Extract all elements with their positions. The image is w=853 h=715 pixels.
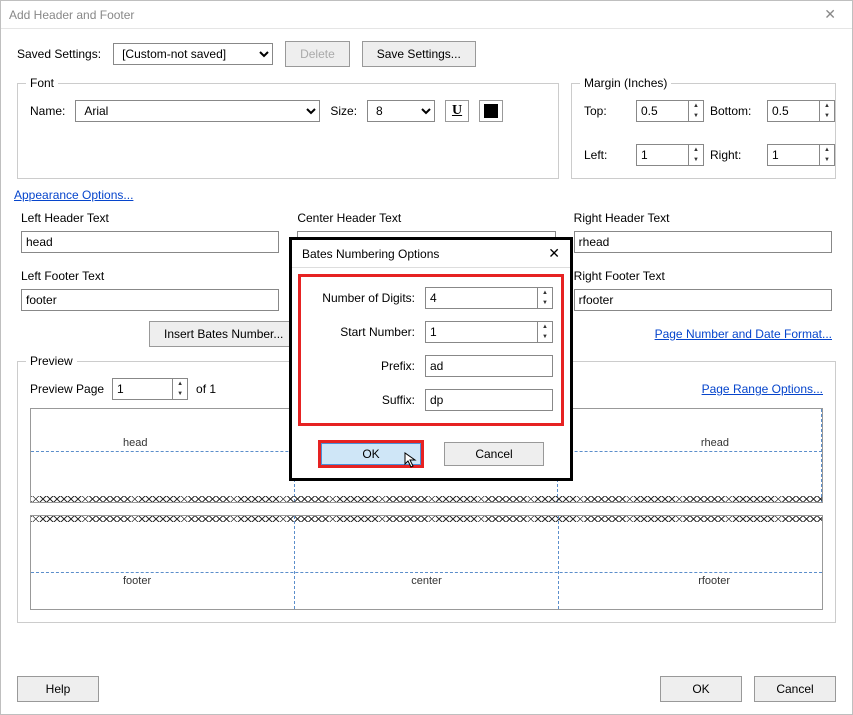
titlebar: Add Header and Footer ✕ bbox=[1, 1, 852, 29]
suffix-label: Suffix: bbox=[309, 393, 419, 407]
modal-ok-button[interactable]: OK bbox=[321, 443, 421, 465]
preview-page-label: Preview Page bbox=[30, 382, 104, 396]
dialog-footer: Help OK Cancel bbox=[1, 664, 852, 714]
close-icon[interactable]: ✕ bbox=[816, 2, 844, 27]
left-footer-label: Left Footer Text bbox=[21, 269, 279, 283]
ok-button[interactable]: OK bbox=[660, 676, 742, 702]
suffix-input[interactable] bbox=[425, 389, 553, 411]
delete-button: Delete bbox=[285, 41, 350, 67]
preview-footer-text: footer bbox=[123, 575, 151, 587]
header-footer-dialog: Add Header and Footer ✕ Saved Settings: … bbox=[0, 0, 853, 715]
margin-bottom-label: Bottom: bbox=[710, 104, 765, 118]
left-header-input[interactable] bbox=[21, 231, 279, 253]
prefix-input[interactable] bbox=[425, 355, 553, 377]
ok-highlight: OK bbox=[318, 440, 424, 468]
preview-of-total: of 1 bbox=[196, 382, 216, 396]
chevron-down-icon[interactable]: ▼ bbox=[538, 298, 552, 308]
left-header-label: Left Header Text bbox=[21, 211, 279, 225]
right-footer-label: Right Footer Text bbox=[574, 269, 832, 283]
modal-title: Bates Numbering Options bbox=[302, 247, 439, 261]
save-settings-button[interactable]: Save Settings... bbox=[362, 41, 476, 67]
chevron-up-icon[interactable]: ▲ bbox=[820, 101, 834, 111]
cancel-button[interactable]: Cancel bbox=[754, 676, 836, 702]
font-name-label: Name: bbox=[30, 104, 65, 118]
margin-top-label: Top: bbox=[584, 104, 634, 118]
saved-settings-select[interactable]: [Custom-not saved] bbox=[113, 43, 273, 65]
chevron-down-icon[interactable]: ▼ bbox=[173, 389, 187, 399]
preview-rhead-text: rhead bbox=[701, 437, 729, 449]
preview-head-text: head bbox=[123, 437, 147, 449]
modal-close-icon[interactable]: ✕ bbox=[548, 245, 560, 262]
digits-input[interactable]: ▲▼ bbox=[425, 287, 553, 309]
margin-top-input[interactable]: ▲▼ bbox=[636, 100, 708, 122]
bates-options-dialog: Bates Numbering Options ✕ Number of Digi… bbox=[291, 239, 571, 479]
color-swatch-icon bbox=[484, 104, 498, 118]
chevron-up-icon[interactable]: ▲ bbox=[173, 379, 187, 389]
window-title: Add Header and Footer bbox=[9, 8, 134, 22]
margin-bottom-input[interactable]: ▲▼ bbox=[767, 100, 839, 122]
prefix-label: Prefix: bbox=[309, 359, 419, 373]
margin-left-input[interactable]: ▲▼ bbox=[636, 144, 708, 166]
modal-titlebar: Bates Numbering Options ✕ bbox=[292, 240, 570, 268]
left-footer-input[interactable] bbox=[21, 289, 279, 311]
saved-settings-label: Saved Settings: bbox=[17, 47, 101, 61]
page-range-link[interactable]: Page Range Options... bbox=[702, 382, 823, 396]
font-name-select[interactable]: Arial bbox=[75, 100, 320, 122]
right-footer-input[interactable] bbox=[574, 289, 832, 311]
margin-left-label: Left: bbox=[584, 148, 634, 162]
chevron-up-icon[interactable]: ▲ bbox=[689, 145, 703, 155]
insert-bates-button[interactable]: Insert Bates Number... bbox=[149, 321, 298, 347]
help-button[interactable]: Help bbox=[17, 676, 99, 702]
chevron-up-icon[interactable]: ▲ bbox=[538, 288, 552, 298]
chevron-up-icon[interactable]: ▲ bbox=[820, 145, 834, 155]
preview-page-input[interactable]: ▲▼ bbox=[112, 378, 188, 400]
chevron-down-icon[interactable]: ▼ bbox=[689, 111, 703, 121]
highlight-region: Number of Digits: ▲▼ Start Number: ▲▼ Pr… bbox=[298, 274, 564, 426]
font-legend: Font bbox=[26, 76, 58, 90]
font-group: Font Name: Arial Size: 8 U Appearance Op… bbox=[17, 83, 559, 179]
digits-label: Number of Digits: bbox=[309, 291, 419, 305]
underline-icon: U bbox=[452, 103, 462, 119]
chevron-down-icon[interactable]: ▼ bbox=[538, 332, 552, 342]
start-input[interactable]: ▲▼ bbox=[425, 321, 553, 343]
chevron-down-icon[interactable]: ▼ bbox=[689, 155, 703, 165]
margin-right-input[interactable]: ▲▼ bbox=[767, 144, 839, 166]
chevron-down-icon[interactable]: ▼ bbox=[820, 111, 834, 121]
preview-center-text: center bbox=[411, 575, 442, 587]
font-size-label: Size: bbox=[330, 104, 357, 118]
font-size-select[interactable]: 8 bbox=[367, 100, 435, 122]
color-button[interactable] bbox=[479, 100, 503, 122]
chevron-up-icon[interactable]: ▲ bbox=[689, 101, 703, 111]
margin-group: Margin (Inches) Top: ▲▼ Bottom: ▲▼ Left:… bbox=[571, 83, 836, 179]
right-header-input[interactable] bbox=[574, 231, 832, 253]
underline-button[interactable]: U bbox=[445, 100, 469, 122]
appearance-options-link[interactable]: Appearance Options... bbox=[14, 188, 133, 202]
margin-right-label: Right: bbox=[710, 148, 765, 162]
chevron-up-icon[interactable]: ▲ bbox=[538, 322, 552, 332]
chevron-down-icon[interactable]: ▼ bbox=[820, 155, 834, 165]
start-label: Start Number: bbox=[309, 325, 419, 339]
margin-legend: Margin (Inches) bbox=[580, 76, 671, 90]
right-header-label: Right Header Text bbox=[574, 211, 832, 225]
center-header-label: Center Header Text bbox=[297, 211, 555, 225]
preview-legend: Preview bbox=[26, 354, 77, 368]
preview-footer-page: footer center rfooter bbox=[30, 515, 823, 610]
modal-cancel-button[interactable]: Cancel bbox=[444, 442, 544, 466]
page-date-format-link[interactable]: Page Number and Date Format... bbox=[655, 327, 832, 341]
preview-rfooter-text: rfooter bbox=[698, 575, 730, 587]
